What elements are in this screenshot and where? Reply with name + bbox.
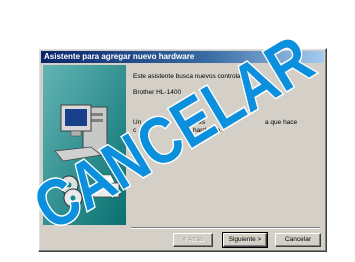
info-text-line2-start: c xyxy=(133,127,137,134)
computer-with-cds-icon xyxy=(43,65,126,225)
button-separator xyxy=(131,227,320,229)
info-text-end: a que hace xyxy=(265,119,298,126)
device-name: Brother HL-1400 xyxy=(133,89,182,96)
info-text-line2-end: hardware. xyxy=(193,127,222,134)
intro-text: Este asistente busca nuevos controlado xyxy=(133,73,248,80)
back-button[interactable]: < Atrás xyxy=(173,233,213,247)
info-text-middle: o es xyxy=(193,119,206,126)
info-text-start: Un xyxy=(133,119,142,126)
wizard-dialog: Asistente para agregar nuevo hardware Es… xyxy=(38,48,327,252)
next-button[interactable]: Siguiente > xyxy=(222,232,268,248)
dialog-title: Asistente para agregar nuevo hardware xyxy=(41,51,324,63)
cancel-button[interactable]: Cancelar xyxy=(275,233,321,247)
